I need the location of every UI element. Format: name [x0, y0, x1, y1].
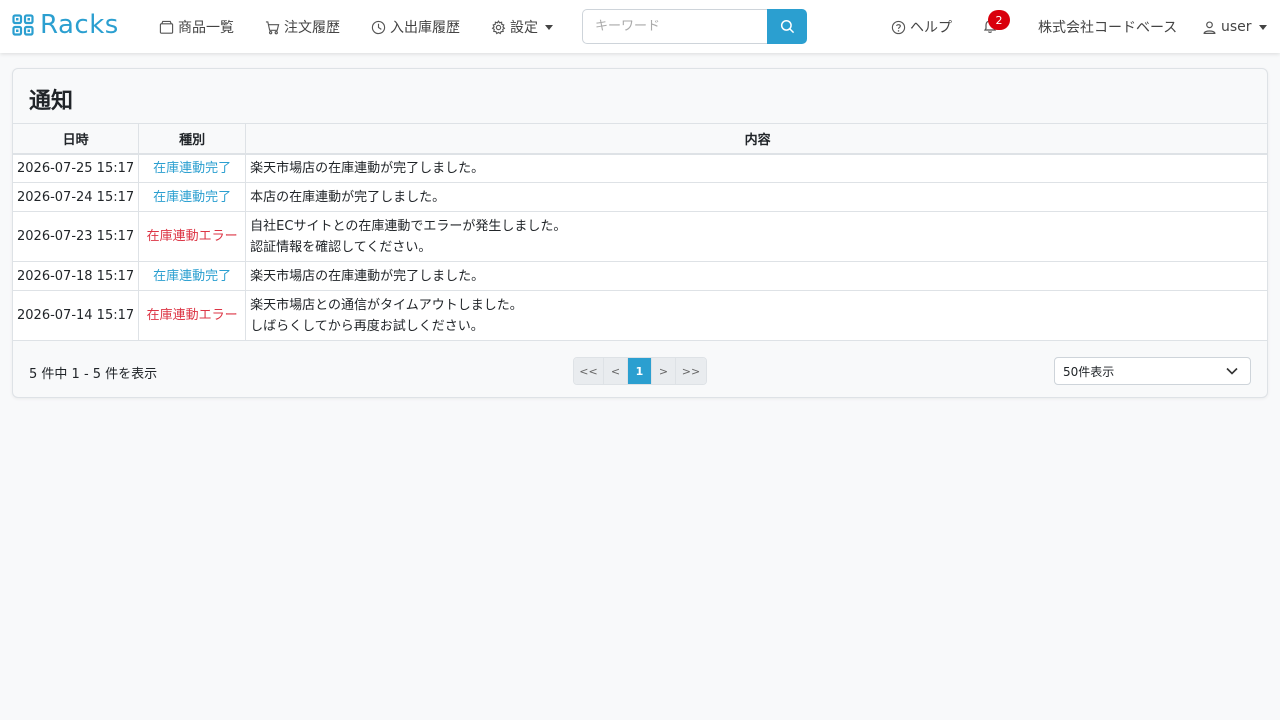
row-kind: 在庫連動完了: [138, 153, 247, 183]
company-name: 株式会社コードベース: [1038, 20, 1178, 36]
table-row[interactable]: 2026-07-24 15:17 在庫連動完了 本店の在庫連動が完了しました。: [13, 182, 1267, 212]
row-date: 2026-07-24 15:17: [13, 182, 140, 212]
search-icon: [780, 19, 794, 34]
row-date: 2026-07-14 15:17: [13, 290, 140, 341]
nav-settings-dropdown[interactable]: 設定: [491, 17, 553, 37]
pager-prev[interactable]: <: [604, 358, 628, 384]
table-row[interactable]: 2026-07-18 15:17 在庫連動完了 楽天市場店の在庫連動が完了しました。: [13, 261, 1267, 291]
header-content: 内容: [245, 123, 1267, 155]
table-header-row: 日時 種別 内容: [13, 123, 1267, 155]
nav-settings-label: 設定: [510, 20, 538, 36]
nav-orders[interactable]: 注文履歴: [265, 17, 340, 37]
row-content-line: 自社ECサイトとの在庫連動でエラーが発生しました。: [250, 218, 567, 234]
nav-stock-history[interactable]: 入出庫履歴: [371, 17, 460, 37]
search-form: [582, 9, 807, 44]
search-button[interactable]: [767, 9, 807, 44]
pager-first[interactable]: <<: [574, 358, 604, 384]
caret-down-icon: [545, 24, 553, 30]
top-navbar: Racks 商品一覧 注文履歴 入出庫履歴 設定 ヘルプ 2 株式会社コードベー…: [0, 0, 1280, 53]
per-page-value: 50件表示: [1063, 364, 1115, 379]
brand-link[interactable]: Racks: [12, 10, 119, 40]
pagination: << <1 > >>: [573, 357, 707, 385]
per-page-select[interactable]: 50件表示: [1054, 357, 1251, 385]
row-content: 本店の在庫連動が完了しました。: [245, 182, 1267, 212]
nav-help-label: ヘルプ: [910, 20, 952, 36]
header-date: 日時: [13, 123, 140, 155]
nav-user-dropdown[interactable]: user: [1202, 17, 1267, 37]
brand-name: Racks: [40, 10, 119, 40]
pager-next[interactable]: >: [652, 358, 676, 384]
row-content-line: 楽天市場店の在庫連動が完了しました。: [250, 268, 485, 284]
nav-help[interactable]: ヘルプ: [891, 17, 952, 37]
gear-icon: [491, 19, 506, 34]
box-icon: [159, 20, 174, 34]
row-content: 楽天市場店との通信がタイムアウトしました。 しばらくしてから再度お試しください。: [245, 290, 1267, 341]
card-footer: 5 件中 1 - 5 件を表示 << <1 > >> 50件表示: [13, 345, 1267, 397]
row-kind: 在庫連動完了: [138, 261, 247, 291]
row-content: 自社ECサイトとの在庫連動でエラーが発生しました。 認証情報を確認してください。: [245, 211, 1267, 262]
row-date: 2026-07-25 15:17: [13, 153, 140, 183]
nav-products[interactable]: 商品一覧: [159, 17, 234, 37]
row-content-line: 認証情報を確認してください。: [250, 239, 432, 255]
row-kind: 在庫連動エラー: [138, 211, 247, 262]
row-date: 2026-07-23 15:17: [13, 211, 140, 262]
search-input[interactable]: [582, 9, 767, 44]
nav-products-label: 商品一覧: [178, 20, 234, 36]
notification-badge: 2: [988, 10, 1010, 30]
pager-page[interactable]: 1: [628, 358, 652, 384]
row-date: 2026-07-18 15:17: [13, 261, 140, 291]
nav-orders-label: 注文履歴: [284, 20, 340, 36]
nav-company[interactable]: 株式会社コードベース: [1038, 17, 1177, 37]
row-content: 楽天市場店の在庫連動が完了しました。: [245, 153, 1267, 183]
table-row[interactable]: 2026-07-23 15:17 在庫連動エラー 自社ECサイトとの在庫連動でエラー…: [13, 211, 1267, 262]
clock-icon: [371, 20, 386, 34]
row-content-line: 楽天市場店の在庫連動が完了しました。: [250, 160, 485, 176]
caret-down-icon: [1258, 24, 1267, 30]
chevron-down-icon: [1226, 367, 1238, 375]
row-kind: 在庫連動エラー: [138, 290, 247, 341]
notifications-table: 日時 種別 内容 2026-07-25 15:17 在庫連動完了 楽天市場店の在庫連…: [13, 123, 1267, 341]
row-content-line: しばらくしてから再度お試しください。: [250, 318, 484, 334]
help-circle-icon: [891, 20, 906, 34]
result-count: 5 件中 1 - 5 件を表示: [29, 367, 158, 382]
table-row[interactable]: 2026-07-25 15:17 在庫連動完了 楽天市場店の在庫連動が完了しました。: [13, 153, 1267, 183]
row-content-line: 本店の在庫連動が完了しました。: [250, 189, 446, 205]
cart-icon: [265, 20, 280, 34]
pager-last[interactable]: >>: [676, 358, 706, 384]
racks-logo-icon: [12, 14, 34, 36]
table-row[interactable]: 2026-07-14 15:17 在庫連動エラー 楽天市場店との通信がタイムアウトし…: [13, 290, 1267, 341]
header-kind: 種別: [138, 123, 247, 155]
row-content-line: 楽天市場店との通信がタイムアウトしました。: [250, 297, 523, 313]
nav-stock-label: 入出庫履歴: [390, 20, 460, 36]
notifications-card: 通知 日時 種別 内容 2026-07-25 15:17 在庫連動完了 楽天市場店の…: [12, 68, 1268, 398]
row-kind: 在庫連動完了: [138, 182, 247, 212]
user-icon: [1203, 20, 1216, 34]
page-title: 通知: [29, 89, 74, 114]
user-name: user: [1221, 19, 1252, 35]
row-content: 楽天市場店の在庫連動が完了しました。: [245, 261, 1267, 291]
